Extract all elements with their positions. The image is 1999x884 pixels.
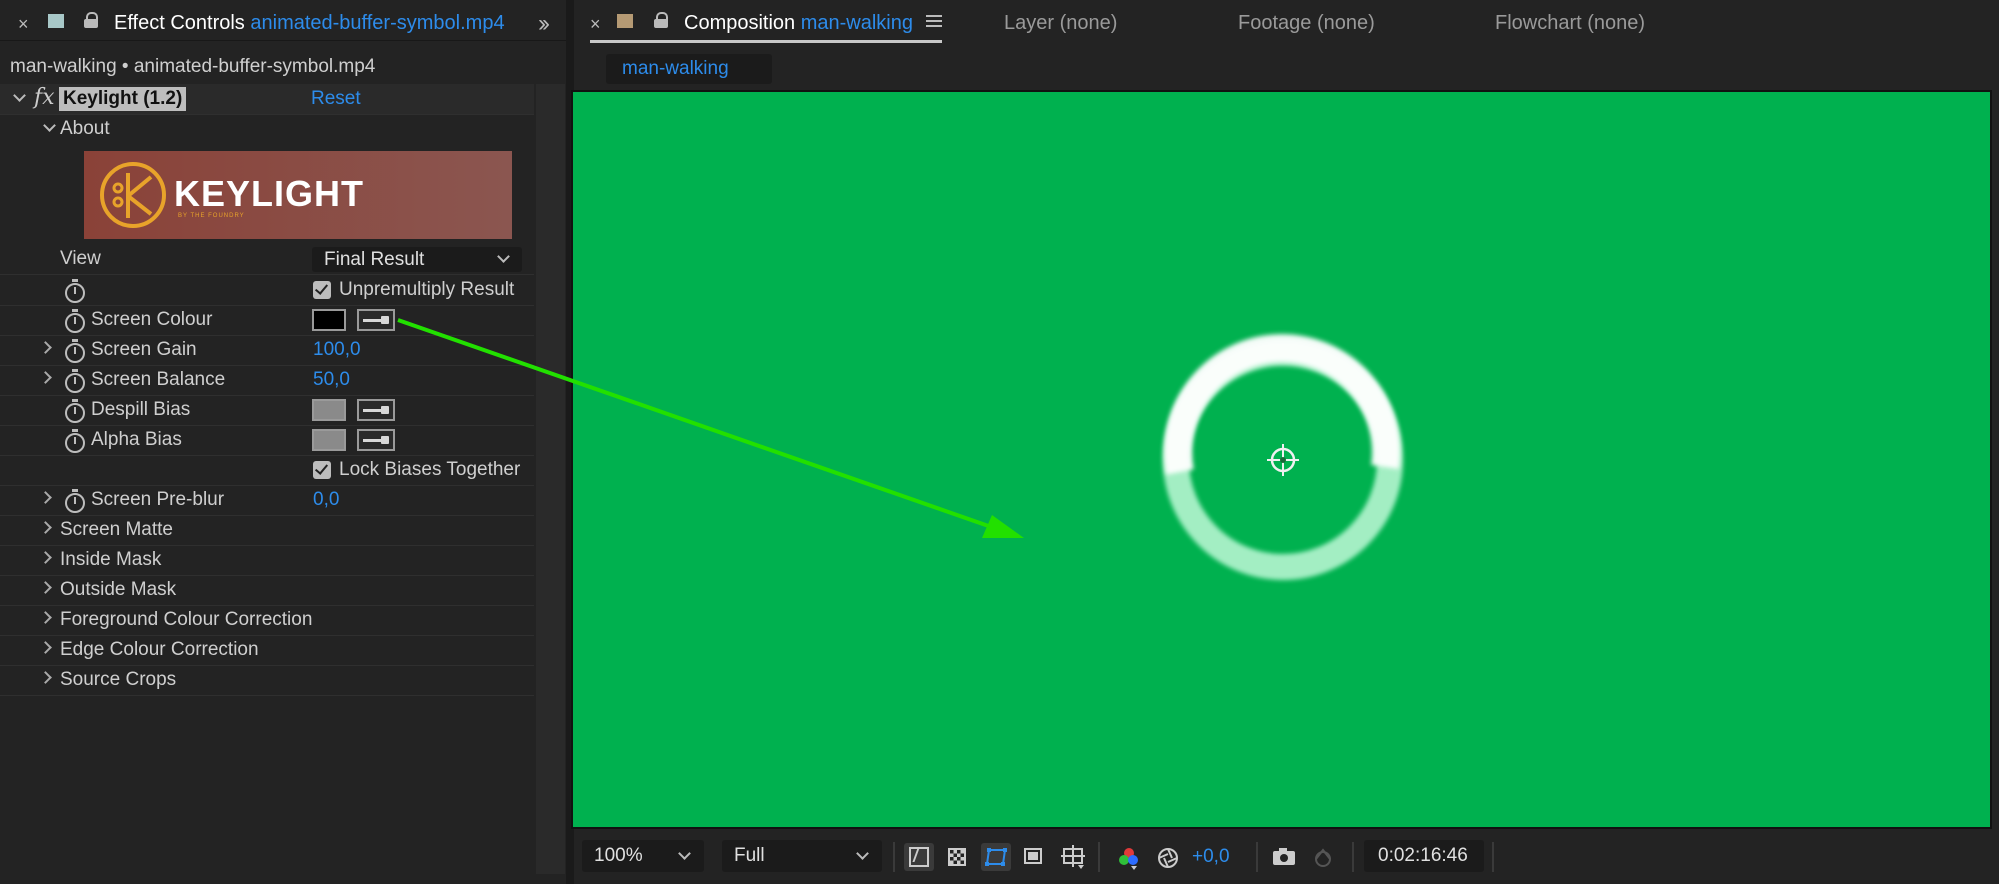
grid-guides-icon [1061,845,1085,869]
zoom-dropdown[interactable]: 100% [582,840,704,872]
chevron-down-icon [856,847,869,860]
region-of-interest-button[interactable] [1019,843,1049,871]
transparency-grid-button[interactable] [943,843,973,871]
rgb-channels-icon [1119,848,1138,870]
toolbar-divider [1256,842,1258,872]
toolbar-divider [1098,842,1100,872]
fast-previews-button[interactable] [904,843,934,871]
resolution-value: Full [734,845,765,866]
resolution-dropdown[interactable]: Full [722,840,882,872]
exposure-value[interactable]: +0,0 [1192,846,1230,868]
zoom-value: 100% [594,845,643,866]
grid-guides-button[interactable] [1058,843,1088,871]
show-snapshot-button[interactable] [1308,843,1338,871]
transparency-grid-icon [948,848,966,866]
snapshot-button[interactable] [1270,843,1300,871]
toolbar-divider [1352,842,1354,872]
mask-path-visibility-button[interactable] [981,843,1011,871]
chevron-down-icon [678,847,691,860]
toolbar-divider [893,842,895,872]
annotation-arrow [397,318,1024,538]
timecode-display[interactable]: 0:02:16:46 [1364,840,1484,872]
exposure-icon [1158,848,1178,868]
timecode-value: 0:02:16:46 [1378,845,1468,866]
channels-button[interactable] [1114,843,1144,871]
show-snapshot-icon [1315,848,1331,867]
mask-path-icon [985,848,1007,866]
reset-exposure-button[interactable] [1153,843,1183,871]
toolbar-divider [1492,842,1494,872]
